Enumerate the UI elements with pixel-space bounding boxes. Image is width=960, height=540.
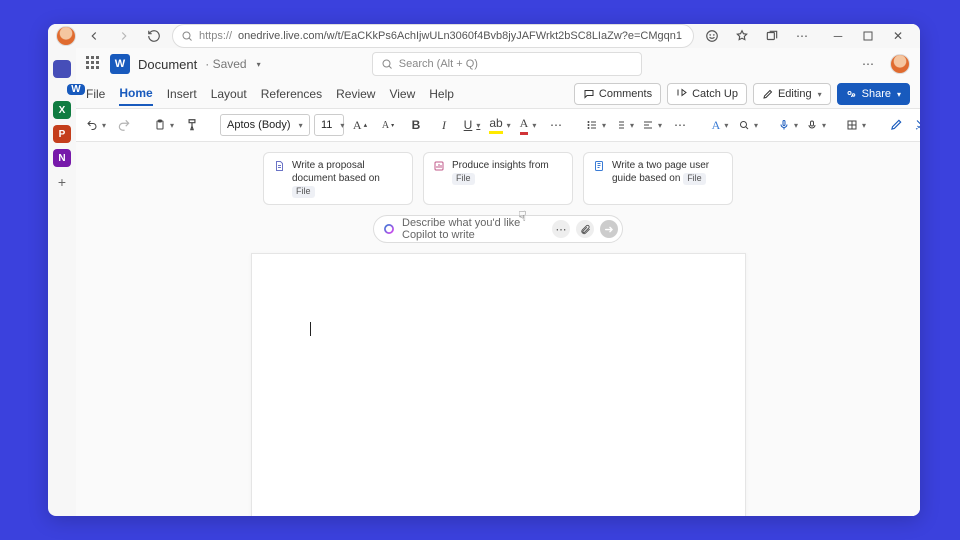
comments-button[interactable]: Comments — [574, 83, 661, 105]
search-icon — [381, 58, 393, 70]
sidebar-app-onenote[interactable]: N — [53, 149, 71, 167]
tab-insert[interactable]: Insert — [167, 83, 197, 105]
paste-button[interactable]: ▾ — [152, 113, 176, 137]
file-chip: File — [292, 186, 315, 198]
share-label: Share — [862, 88, 891, 100]
account-avatar[interactable] — [890, 54, 910, 74]
share-button[interactable]: Share ▾ — [837, 83, 910, 105]
sidebar-app-word[interactable]: W — [67, 84, 85, 95]
tab-layout[interactable]: Layout — [211, 83, 247, 105]
more-font-icon[interactable]: ⋯ — [544, 113, 568, 137]
minimize-icon[interactable]: ─ — [824, 24, 852, 48]
tab-file[interactable]: File — [86, 83, 105, 105]
bold-button[interactable]: B — [404, 113, 428, 137]
voice-button[interactable]: ▾ — [804, 113, 828, 137]
copilot-icon — [382, 222, 396, 236]
search-input[interactable]: Search (Alt + Q) — [372, 52, 642, 76]
suggestion-card-3[interactable]: Write a two page user guide based on Fil… — [583, 152, 733, 205]
browser-more-icon[interactable]: ⋯ — [790, 24, 814, 48]
prompt-more-icon[interactable]: ⋯ — [552, 220, 570, 238]
sidebar-app-powerpoint[interactable]: P — [53, 125, 71, 143]
suggestion-text: Write a proposal document based on — [292, 160, 380, 184]
highlight-button[interactable]: ab▾ — [488, 113, 512, 137]
tab-references[interactable]: References — [261, 83, 322, 105]
font-size-select[interactable]: 11▾ — [314, 114, 344, 136]
tab-review[interactable]: Review — [336, 83, 375, 105]
align-button[interactable]: ▾ — [640, 113, 664, 137]
dictate-button[interactable]: ▾ — [776, 113, 800, 137]
browser-profile-avatar[interactable] — [56, 26, 76, 46]
font-color-button[interactable]: A▾ — [516, 113, 540, 137]
document-title[interactable]: Document — [138, 57, 197, 72]
share-icon — [846, 88, 858, 100]
undo-button[interactable]: ▾ — [84, 113, 108, 137]
suggestion-card-1[interactable]: Write a proposal document based on File — [263, 152, 413, 205]
shrink-font-button[interactable]: A▾ — [376, 113, 400, 137]
format-painter-button[interactable] — [180, 113, 204, 137]
font-name-value: Aptos (Body) — [227, 119, 291, 131]
maximize-icon[interactable] — [854, 24, 882, 48]
font-name-select[interactable]: Aptos (Body)▾ — [220, 114, 310, 136]
catch-up-label: Catch Up — [692, 88, 738, 100]
editing-button[interactable]: Editing ▾ — [753, 83, 831, 105]
copilot-prompt-input[interactable]: Describe what you'd like Copilot to writ… — [373, 215, 623, 243]
sidebar-app-teams[interactable] — [53, 60, 71, 78]
sidebar-add-icon[interactable]: + — [53, 173, 71, 191]
shopping-icon[interactable] — [700, 24, 724, 48]
file-chip: File — [683, 173, 706, 185]
close-icon[interactable]: ✕ — [884, 24, 912, 48]
suggestion-card-2[interactable]: Produce insights from File — [423, 152, 573, 205]
sidebar-app-excel[interactable]: X — [53, 101, 71, 119]
italic-button[interactable]: I — [432, 113, 456, 137]
table-button[interactable]: ▾ — [844, 113, 868, 137]
file-chip: File — [452, 173, 475, 185]
styles-button[interactable]: A▾ — [708, 113, 732, 137]
insights-icon — [432, 159, 446, 173]
document-page[interactable] — [251, 253, 746, 516]
title-more-icon[interactable]: ⋯ — [856, 52, 880, 76]
comment-icon — [583, 88, 595, 100]
catch-up-icon — [676, 88, 688, 100]
numbering-button[interactable]: ▾ — [612, 113, 636, 137]
search-placeholder: Search (Alt + Q) — [399, 58, 478, 70]
search-icon — [181, 30, 193, 42]
comments-label: Comments — [599, 88, 652, 100]
guide-icon — [592, 159, 606, 173]
suggestion-text: Produce insights from — [452, 160, 549, 171]
designer-button[interactable] — [884, 113, 908, 137]
url-prefix: https:// — [199, 30, 232, 42]
attach-icon[interactable] — [576, 220, 594, 238]
favorite-icon[interactable] — [730, 24, 754, 48]
editing-label: Editing — [778, 88, 812, 100]
find-button[interactable]: ▾ — [736, 113, 760, 137]
tab-home[interactable]: Home — [119, 82, 152, 106]
send-icon[interactable]: ➜ — [600, 220, 618, 238]
refresh-icon[interactable] — [142, 24, 166, 48]
url-bar[interactable]: https:// onedrive.live.com/w/t/EaCKkPs6Ac… — [172, 24, 694, 48]
app-launcher-icon[interactable] — [86, 56, 102, 72]
underline-button[interactable]: U▾ — [460, 113, 484, 137]
mouse-cursor-icon: ☟ — [518, 208, 527, 225]
back-icon[interactable] — [82, 24, 106, 48]
tab-help[interactable]: Help — [429, 83, 454, 105]
forward-icon[interactable] — [112, 24, 136, 48]
pencil-icon — [762, 88, 774, 100]
redo-button[interactable] — [112, 113, 136, 137]
bullets-button[interactable]: ▾ — [584, 113, 608, 137]
grow-font-button[interactable]: A▴ — [348, 113, 372, 137]
word-logo-icon: W — [110, 54, 130, 74]
catch-up-button[interactable]: Catch Up — [667, 83, 747, 105]
editor-button[interactable]: ▾ — [912, 113, 920, 137]
font-size-value: 11 — [321, 119, 332, 131]
doc-icon — [272, 159, 286, 173]
text-cursor — [310, 322, 311, 336]
more-paragraph-icon[interactable]: ⋯ — [668, 113, 692, 137]
title-caret-icon[interactable]: ▾ — [257, 60, 261, 69]
tab-view[interactable]: View — [389, 83, 415, 105]
saved-status: · Saved — [205, 57, 246, 71]
url-text: onedrive.live.com/w/t/EaCKkPs6AchIjwULn3… — [238, 30, 682, 42]
collections-icon[interactable] — [760, 24, 784, 48]
